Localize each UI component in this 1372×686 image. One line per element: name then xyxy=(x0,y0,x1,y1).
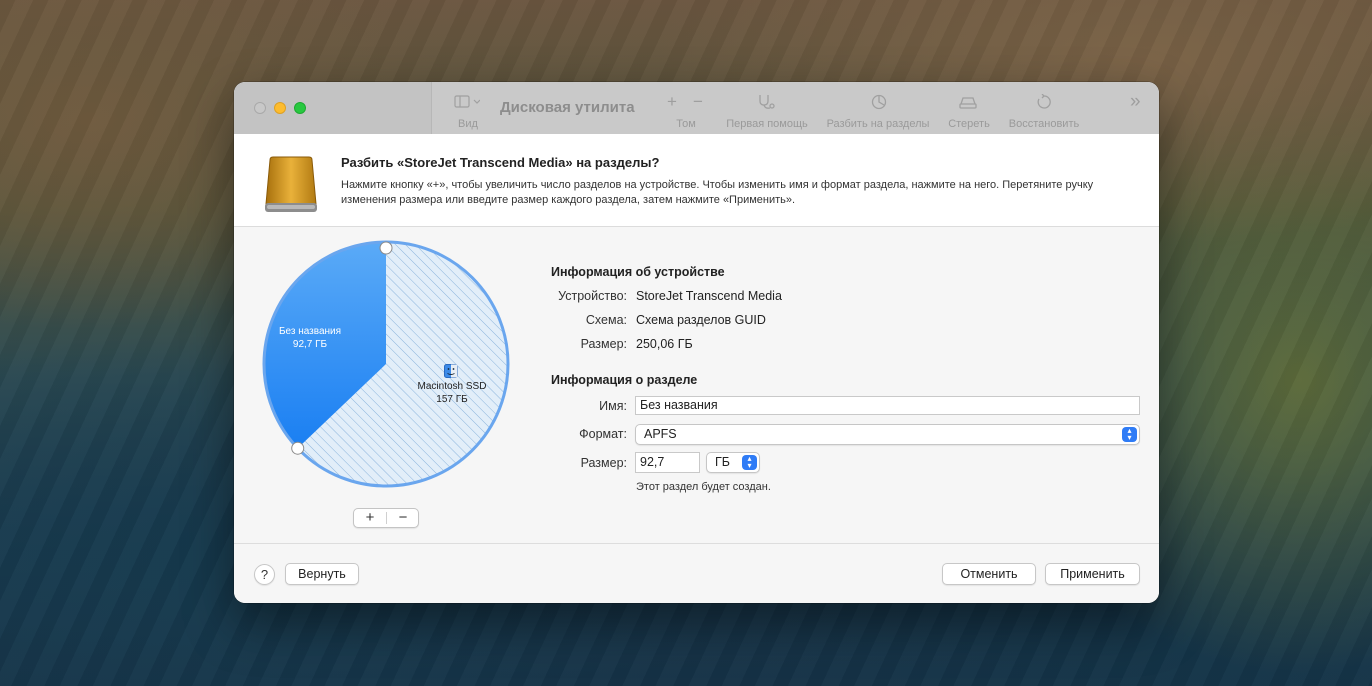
resize-handle-top[interactable] xyxy=(379,241,393,255)
remove-partition-button[interactable]: − xyxy=(387,509,419,527)
device-label: Устройство: xyxy=(558,289,627,303)
device-size-value: 250,06 ГБ xyxy=(636,337,693,351)
mac-finder-icon xyxy=(444,364,458,378)
erase-drive-icon xyxy=(959,97,977,109)
device-value: StoreJet Transcend Media xyxy=(636,289,782,303)
first-aid-label: Первая помощь xyxy=(726,118,808,130)
partition-icon xyxy=(871,94,887,110)
device-size-label: Размер: xyxy=(580,337,627,351)
name-label: Имя: xyxy=(599,399,627,413)
sheet-header: Разбить «StoreJet Transcend Media» на ра… xyxy=(234,134,1159,227)
cancel-button[interactable]: Отменить xyxy=(942,563,1036,585)
close-button[interactable] xyxy=(254,102,266,114)
format-popup[interactable]: APFS ▴ ▾ xyxy=(635,424,1140,445)
resize-handle-bottom[interactable] xyxy=(291,441,305,455)
partition-name: Без названия xyxy=(278,326,342,337)
partition-status-note: Этот раздел будет создан. xyxy=(636,481,771,493)
stethoscope-icon xyxy=(759,95,775,109)
partition-info-heading: Информация о разделе xyxy=(551,373,698,387)
remove-volume-icon: − xyxy=(693,92,703,111)
partition-size: 92,7 ГБ xyxy=(292,339,328,350)
revert-button[interactable]: Вернуть xyxy=(285,563,359,585)
device-info-heading: Информация об устройстве xyxy=(551,265,725,279)
format-value: APFS xyxy=(644,427,677,441)
erase-label: Стереть xyxy=(948,118,990,130)
partition-name: Macintosh SSD xyxy=(417,381,487,392)
scheme-label: Схема: xyxy=(585,313,627,327)
restore-icon xyxy=(1037,94,1051,109)
window-title: Дисковая утилита xyxy=(500,99,635,116)
sheet-description: Нажмите кнопку «+», чтобы увеличить числ… xyxy=(341,179,1094,206)
apply-button[interactable]: Применить xyxy=(1045,563,1140,585)
add-remove-partition-control: + − xyxy=(353,508,419,528)
partition-size: 157 ГБ xyxy=(436,394,468,405)
popup-chevrons-icon: ▴ ▾ xyxy=(742,455,757,470)
size-unit-popup[interactable]: ГБ ▴ ▾ xyxy=(706,452,760,473)
popup-chevrons-icon: ▴ ▾ xyxy=(1122,427,1137,442)
pie-svg xyxy=(262,240,510,488)
volume-label: Том xyxy=(676,118,696,130)
partition-label-macintosh-ssd: Macintosh SSD 157 ГБ xyxy=(408,380,496,406)
sheet-title: Разбить «StoreJet Transcend Media» на ра… xyxy=(341,155,660,170)
help-button[interactable]: ? xyxy=(254,564,275,585)
minimize-button[interactable] xyxy=(274,102,286,114)
zoom-button[interactable] xyxy=(294,102,306,114)
partition-label: Разбить на разделы xyxy=(826,118,930,130)
restore-label: Восстановить xyxy=(1008,118,1080,130)
scheme-value: Схема разделов GUID xyxy=(636,313,766,327)
toolbar: Вид Дисковая утилита + − Том Первая помо… xyxy=(234,82,1159,135)
add-partition-button[interactable]: + xyxy=(354,509,386,527)
external-drive-icon xyxy=(265,156,317,212)
partition-pie-chart[interactable]: Без названия 92,7 ГБ Macintosh SSD 157 Г… xyxy=(260,238,512,490)
add-volume-icon: + xyxy=(667,92,677,111)
unit-value: ГБ xyxy=(715,455,730,469)
partition-name-field[interactable]: Без названия xyxy=(635,396,1140,415)
sidebar-icon xyxy=(454,95,480,108)
footer-divider xyxy=(234,543,1159,544)
partition-label-untitled: Без названия 92,7 ГБ xyxy=(268,325,352,351)
toolbar-overflow-icon[interactable]: » xyxy=(1130,91,1141,113)
partition-size-label: Размер: xyxy=(580,456,627,470)
disk-utility-window: Вид Дисковая утилита + − Том Первая помо… xyxy=(234,82,1159,603)
format-label: Формат: xyxy=(579,427,627,441)
partition-size-field[interactable]: 92,7 xyxy=(635,452,700,473)
view-label: Вид xyxy=(458,118,478,130)
partition-sheet: Разбить «StoreJet Transcend Media» на ра… xyxy=(234,134,1159,603)
